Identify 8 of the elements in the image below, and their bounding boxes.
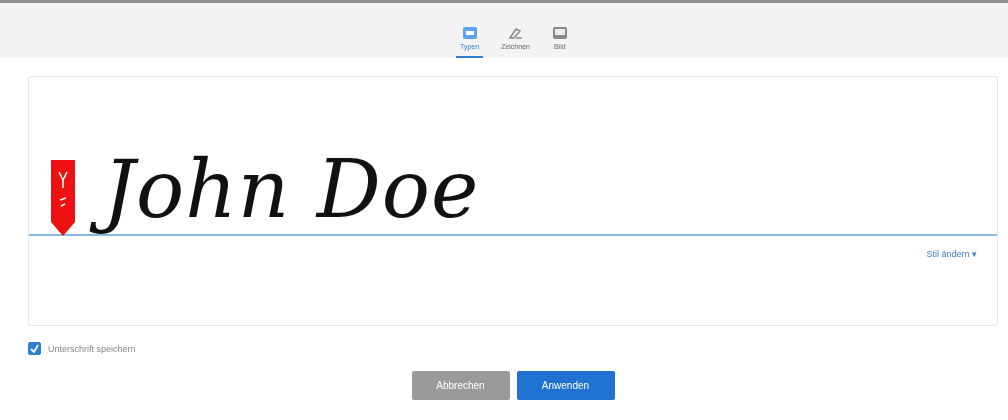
bookmark-icon — [51, 160, 75, 236]
pen-icon — [507, 26, 524, 40]
style-link[interactable]: Stil ändern ▾ — [920, 248, 983, 260]
cancel-button[interactable]: Abbrechen — [411, 371, 510, 400]
apply-button[interactable]: Anwenden — [516, 371, 615, 400]
image-icon — [551, 26, 568, 40]
checkbox-label: Unterschrift speichern — [48, 343, 136, 354]
checkbox[interactable] — [28, 342, 41, 355]
